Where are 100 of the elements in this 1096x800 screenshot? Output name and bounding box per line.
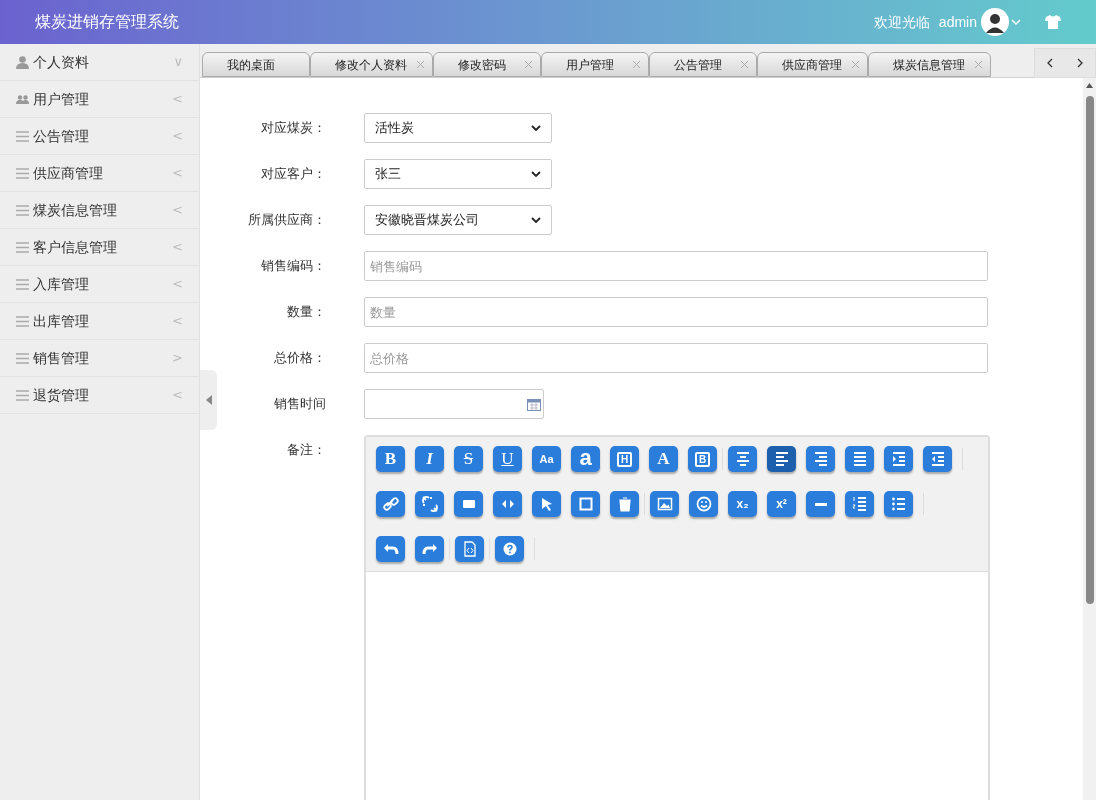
menu-icon [16, 130, 29, 142]
date-field[interactable] [364, 389, 544, 419]
tab[interactable]: 用户管理 [541, 52, 649, 77]
sidebar-item[interactable]: 供应商管理 < [0, 155, 199, 192]
toolbar-button[interactable] [415, 536, 444, 562]
format-button[interactable]: x₂ [728, 491, 757, 517]
menu-icon [16, 204, 29, 216]
toolbar-button[interactable] [767, 446, 796, 472]
scrollbar-thumb[interactable] [1085, 96, 1094, 604]
field-label: 对应客户： [261, 165, 326, 183]
dropdown[interactable]: 张三 [364, 159, 552, 189]
toolbar-button[interactable] [728, 446, 757, 472]
scrollbar[interactable] [1083, 78, 1096, 800]
sidebar-item[interactable]: 个人资料 ∨ [0, 44, 199, 81]
toolbar-button[interactable] [571, 491, 600, 517]
format-button[interactable]: S [454, 446, 483, 472]
menu-icon [16, 278, 29, 290]
toolbar-button[interactable] [454, 491, 483, 517]
tab[interactable]: 我的桌面 [202, 52, 310, 77]
image-icon [655, 495, 674, 513]
caret-icon[interactable] [531, 125, 541, 131]
sidebar-item[interactable]: 客户信息管理 < [0, 229, 199, 266]
scroll-up-icon[interactable] [1086, 83, 1093, 88]
format-button[interactable]: H [610, 446, 639, 472]
format-button[interactable]: x² [767, 491, 796, 517]
toolbar-button[interactable] [610, 491, 639, 517]
calendar-icon[interactable] [527, 397, 541, 411]
field-label: 对应煤炭： [261, 119, 326, 137]
chevron: < [172, 90, 183, 109]
chevron: < [172, 386, 183, 405]
caret-icon[interactable] [531, 217, 541, 223]
collapse-handle[interactable] [200, 370, 217, 430]
toolbar-button[interactable] [493, 491, 522, 517]
sidebar-item[interactable]: 公告管理 < [0, 118, 199, 155]
toolbar-button[interactable] [455, 536, 484, 562]
toolbar-button[interactable] [650, 491, 679, 517]
field-label: 数量： [287, 303, 326, 321]
field-label: 销售编码： [261, 257, 326, 275]
bullet-list-icon [889, 495, 908, 513]
chevron-right-icon [1076, 58, 1084, 68]
toolbar-button[interactable] [376, 491, 405, 517]
toolbar-button[interactable] [415, 491, 444, 517]
menu-icon [16, 389, 29, 401]
sidebar-item[interactable]: 用户管理 < [0, 81, 199, 118]
sidebar-item[interactable]: 出库管理 < [0, 303, 199, 340]
menu-icon [16, 241, 29, 253]
sidebar-item[interactable]: 煤炭信息管理 < [0, 192, 199, 229]
format-button[interactable]: I [415, 446, 444, 472]
toolbar-button[interactable] [845, 491, 874, 517]
toolbar-button[interactable] [495, 536, 524, 562]
tab[interactable]: 公告管理 [649, 52, 757, 77]
toolbar-button[interactable] [923, 446, 952, 472]
field-label: 备注： [287, 441, 326, 459]
sidebar-item[interactable]: 入库管理 < [0, 266, 199, 303]
toolbar-button[interactable] [806, 446, 835, 472]
toolbar-button[interactable] [845, 446, 874, 472]
input-field[interactable]: 数量 [364, 297, 988, 327]
toolbar-button[interactable] [532, 491, 561, 517]
welcome-text: 欢迎光临 [873, 12, 930, 32]
dropdown[interactable]: 安徽晓晋煤炭公司 [364, 205, 552, 235]
numbered-list-icon [850, 495, 869, 513]
unlink-icon [420, 495, 439, 513]
toolbar-button[interactable] [884, 491, 913, 517]
tab[interactable]: 修改密码 [433, 52, 541, 77]
tab[interactable]: 供应商管理 [757, 52, 868, 77]
chevron: > [172, 349, 183, 368]
chevron: < [172, 164, 183, 183]
link-icon [381, 495, 400, 513]
toolbar-button[interactable] [376, 536, 405, 562]
chevron: < [172, 127, 183, 146]
collapse-icon [205, 395, 212, 405]
format-button[interactable]: U [493, 446, 522, 472]
tab[interactable]: 煤炭信息管理 [868, 52, 991, 77]
toolbar-button[interactable] [689, 491, 718, 517]
users-icon [16, 94, 29, 104]
field-label: 销售时间 [274, 395, 326, 413]
format-button[interactable]: A [649, 446, 678, 472]
toolbar-button[interactable] [806, 491, 835, 517]
menu-icon [16, 315, 29, 327]
dropdown[interactable]: 活性炭 [364, 113, 552, 143]
chevron: < [172, 238, 183, 257]
input-field[interactable]: 总价格 [364, 343, 988, 373]
tab[interactable]: 修改个人资料 [310, 52, 433, 77]
field-label: 所属供应商： [248, 211, 326, 229]
toolbar-button[interactable] [884, 446, 913, 472]
sidebar-item[interactable]: 销售管理 > [0, 340, 199, 377]
avatar-icon[interactable] [981, 8, 1009, 36]
format-button[interactable]: B [376, 446, 405, 472]
sidebar-item[interactable]: 退货管理 < [0, 377, 199, 414]
input-field[interactable]: 销售编码 [364, 251, 988, 281]
format-button[interactable]: Aa [532, 446, 561, 472]
format-button[interactable]: B [688, 446, 717, 472]
format-button[interactable]: a [571, 446, 600, 472]
caret-icon[interactable] [531, 171, 541, 177]
user-icon [16, 55, 29, 69]
chevron-left-icon [1046, 58, 1054, 68]
chevron: < [172, 201, 183, 220]
menu-icon [16, 352, 29, 364]
smiley-icon [694, 495, 713, 513]
chevron: ∨ [173, 53, 183, 72]
